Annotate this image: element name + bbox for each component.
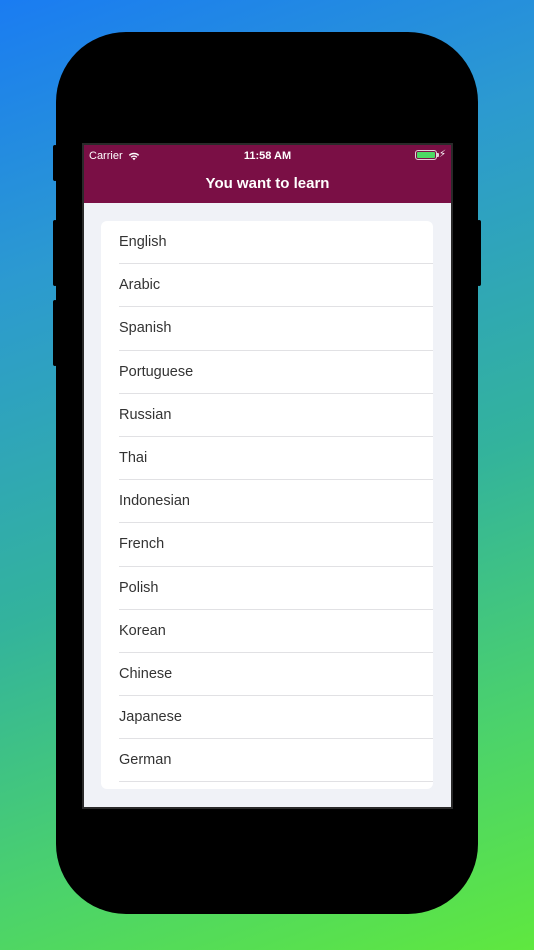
status-time: 11:58 AM <box>243 150 292 162</box>
language-label: Japanese <box>119 709 182 726</box>
language-label: Polish <box>119 579 159 596</box>
language-label: English <box>119 234 167 251</box>
language-label: Portuguese <box>119 363 194 380</box>
language-label: Chinese <box>119 665 173 682</box>
volume-down-button <box>53 300 57 366</box>
mute-switch <box>53 145 57 181</box>
language-label: German <box>119 752 172 769</box>
language-item[interactable]: English <box>119 221 433 265</box>
language-item[interactable]: Japanese <box>119 696 433 740</box>
battery-fill <box>416 152 435 158</box>
language-label: French <box>119 536 165 553</box>
language-list-card: English Arabic Spanish Portuguese Russian Tha… <box>101 221 433 789</box>
app-view: Carrier 11:58 AM ⚡︎ You want to learn En… <box>84 145 451 807</box>
language-label: Thai <box>119 450 148 467</box>
status-bar: Carrier 11:58 AM ⚡︎ <box>84 145 451 165</box>
page-title: You want to learn <box>205 175 330 192</box>
language-label: Korean <box>119 622 166 639</box>
bolt-icon: ⚡︎ <box>438 149 446 160</box>
language-item[interactable]: Arabic <box>119 264 433 308</box>
battery-icon <box>414 150 439 160</box>
language-item[interactable]: Thai <box>119 437 433 481</box>
screen: Carrier 11:58 AM ⚡︎ You want to learn En… <box>82 143 453 809</box>
language-item[interactable]: French <box>119 523 433 567</box>
language-label: Arabic <box>119 277 161 294</box>
language-label: Russian <box>119 406 172 423</box>
language-item[interactable]: Chinese <box>119 653 433 697</box>
language-item[interactable]: Korean <box>119 610 433 653</box>
language-item[interactable]: German <box>119 739 433 783</box>
language-item[interactable]: Russian <box>119 394 433 437</box>
language-item[interactable]: Portuguese <box>119 351 433 394</box>
language-label: Indonesian <box>119 493 190 510</box>
language-item[interactable]: Spanish <box>119 307 433 351</box>
power-button <box>477 220 481 286</box>
battery-group: ⚡︎ <box>414 149 446 160</box>
language-item[interactable]: Polish <box>119 567 433 610</box>
volume-up-button <box>53 220 57 286</box>
language-item[interactable]: Indonesian <box>119 480 433 524</box>
language-label: Spanish <box>119 320 172 337</box>
navigation-bar: Carrier 11:58 AM ⚡︎ You want to learn <box>84 145 451 203</box>
language-list: English Arabic Spanish Portuguese Russian Tha… <box>101 221 433 783</box>
